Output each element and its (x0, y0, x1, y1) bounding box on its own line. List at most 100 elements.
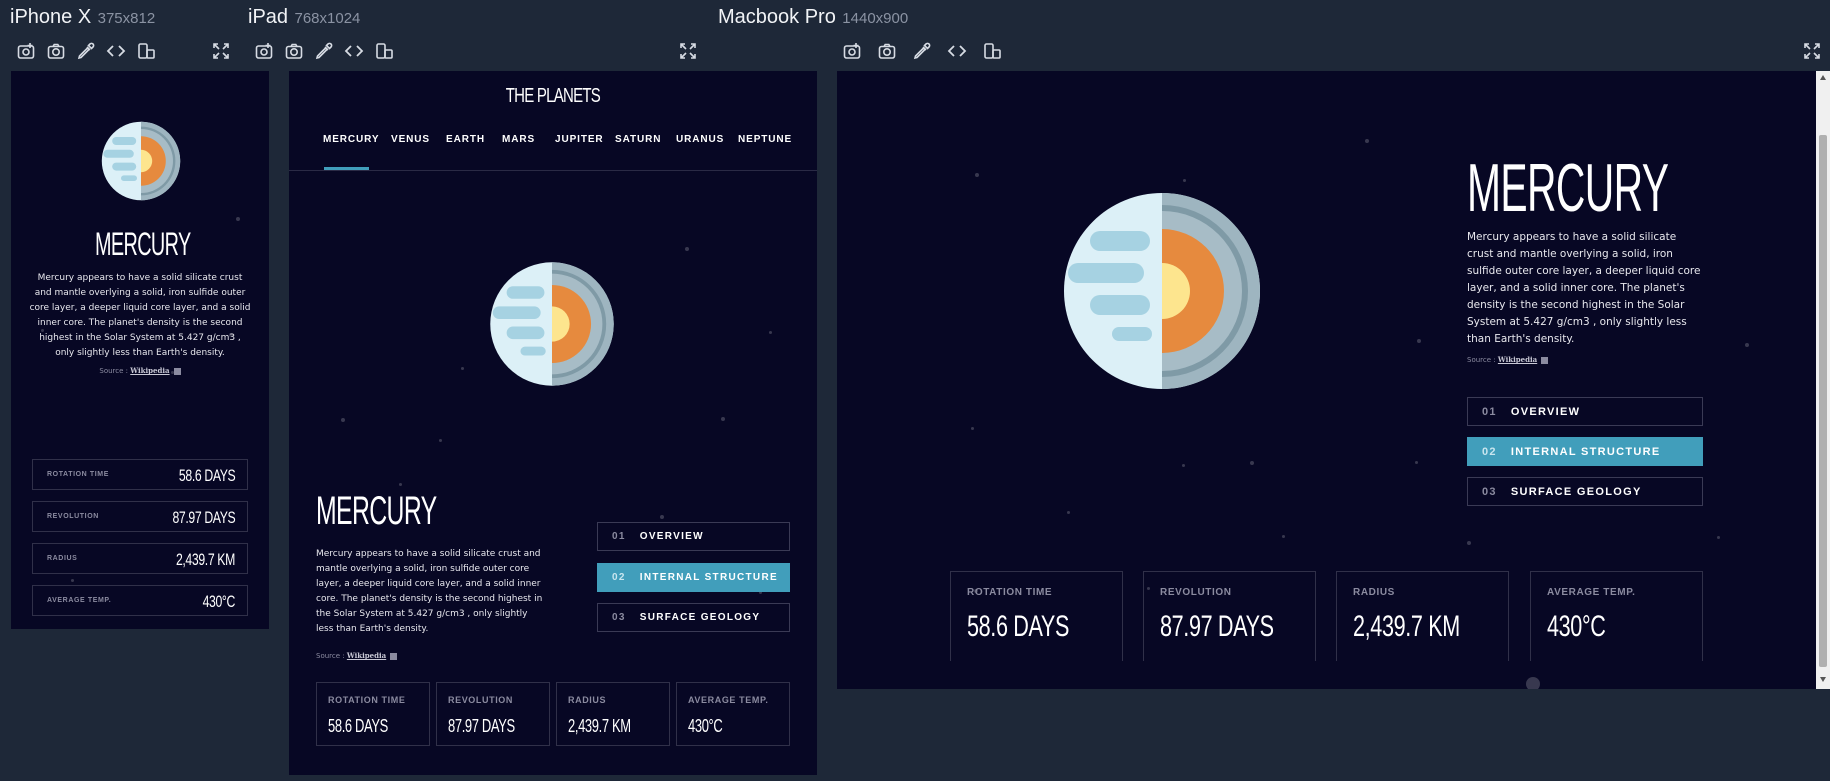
stat-label: REVOLUTION (1160, 587, 1232, 598)
tab-label: SURFACE GEOLOGY (639, 612, 761, 623)
scrollbar-track[interactable] (1816, 71, 1830, 689)
stat-value: 58.6 DAYS (967, 610, 1070, 643)
rotate-device-icon[interactable] (133, 38, 159, 64)
stat-radius: RADIUS 2,439.7 KM (1336, 571, 1509, 661)
nav-item-venus[interactable]: VENUS (391, 134, 430, 145)
tab-internal-structure[interactable]: 02 INTERNAL STRUCTURE (597, 563, 790, 592)
eyedropper-icon[interactable] (73, 38, 99, 64)
nav-item-saturn[interactable]: SATURN (615, 134, 661, 145)
stat-value: 58.6 DAYS (328, 716, 388, 736)
camera-icon[interactable] (874, 38, 900, 64)
tab-label: INTERNAL STRUCTURE (639, 572, 778, 583)
stat-label: RADIUS (47, 555, 78, 562)
rotate-device-icon[interactable] (979, 38, 1005, 64)
screenshot-icon[interactable] (839, 38, 865, 64)
planet-description: Mercury appears to have a solid silicate… (1467, 231, 1701, 345)
stat-label: REVOLUTION (448, 695, 514, 705)
stat-label: REVOLUTION (47, 513, 99, 520)
device-label-iphone: iPhone X 375x812 (10, 6, 155, 29)
site-logo[interactable]: THE PLANETS (506, 85, 601, 108)
code-icon[interactable] (341, 38, 367, 64)
stat-label: ROTATION TIME (47, 471, 109, 478)
camera-icon[interactable] (281, 38, 307, 64)
tab-label: OVERVIEW (639, 531, 704, 542)
macbook-preview: MERCURY Mercury appears to have a solid … (837, 71, 1830, 689)
star (1067, 511, 1070, 514)
stat-rotation: ROTATION TIME 58.6 DAYS (32, 459, 248, 490)
tab-surface-geology[interactable]: 03 SURFACE GEOLOGY (1467, 477, 1703, 506)
tab-overview[interactable]: 01 OVERVIEW (1467, 397, 1703, 426)
source-link[interactable]: Wikipedia (130, 366, 169, 375)
source-label: Source : (99, 367, 129, 375)
nav-item-mars[interactable]: MARS (502, 134, 535, 145)
stat-value: 2,439.7 KM (568, 716, 631, 736)
stat-label: ROTATION TIME (967, 587, 1053, 598)
star (1365, 139, 1369, 143)
tab-number: 03 (1482, 485, 1497, 498)
nav-item-earth[interactable]: EARTH (446, 134, 485, 145)
stat-rotation: ROTATION TIME 58.6 DAYS (950, 571, 1123, 661)
scroll-down-arrow-icon[interactable] (1820, 677, 1826, 682)
screenshot-icon[interactable] (13, 38, 39, 64)
tab-number: 01 (1482, 405, 1497, 418)
stat-value: 2,439.7 KM (1353, 610, 1460, 643)
nav-item-uranus[interactable]: URANUS (676, 134, 724, 145)
star (660, 515, 664, 519)
fullscreen-icon[interactable] (208, 38, 234, 64)
toolbar-iphone (13, 38, 233, 64)
toolbar-ipad (251, 38, 701, 64)
device-label-ipad: iPad 768x1024 (248, 6, 360, 29)
stat-rotation: ROTATION TIME 58.6 DAYS (316, 682, 430, 746)
star (1250, 461, 1254, 465)
scroll-up-arrow-icon[interactable] (1820, 75, 1826, 80)
source-link[interactable]: Wikipedia (1498, 355, 1537, 364)
external-link-icon (390, 652, 398, 660)
eyedropper-icon[interactable] (311, 38, 337, 64)
planet-internal-structure-icon (490, 262, 614, 386)
eyedropper-icon[interactable] (909, 38, 935, 64)
tab-number: 01 (612, 531, 626, 542)
stat-value: 430°C (688, 716, 723, 736)
external-link-icon (1541, 356, 1549, 364)
code-icon[interactable] (103, 38, 129, 64)
code-icon[interactable] (944, 38, 970, 64)
camera-icon[interactable] (43, 38, 69, 64)
star (1417, 339, 1421, 343)
scrollbar-thumb[interactable] (1819, 135, 1827, 667)
source: Source : Wikipedia (11, 366, 269, 375)
star (1467, 541, 1471, 545)
device-name: Macbook Pro (718, 6, 836, 28)
star (1182, 464, 1185, 467)
fullscreen-icon[interactable] (675, 38, 701, 64)
source-link[interactable]: Wikipedia (347, 651, 386, 660)
stat-label: ROTATION TIME (328, 695, 406, 705)
star (399, 483, 402, 486)
stat-value: 87.97 DAYS (172, 508, 235, 527)
stat-radius: RADIUS 2,439.7 KM (556, 682, 670, 746)
nav-item-neptune[interactable]: NEPTUNE (738, 134, 792, 145)
fullscreen-icon[interactable] (1799, 38, 1825, 64)
rotate-device-icon[interactable] (371, 38, 397, 64)
nav-item-jupiter[interactable]: JUPITER (555, 134, 604, 145)
nav-item-mercury[interactable]: MERCURY (323, 134, 380, 145)
tab-internal-structure[interactable]: 02 INTERNAL STRUCTURE (1467, 437, 1703, 466)
star (1526, 677, 1540, 689)
device-name: iPad (248, 6, 289, 28)
star (971, 427, 974, 430)
stat-label: AVERAGE TEMP. (47, 597, 112, 604)
tab-number: 02 (612, 572, 626, 583)
star (1717, 536, 1720, 539)
toolbar-macbook (839, 38, 1820, 64)
planet-internal-structure-icon (1064, 193, 1260, 389)
tab-surface-geology[interactable]: 03 SURFACE GEOLOGY (597, 603, 790, 632)
star (1183, 179, 1186, 182)
star (236, 217, 240, 221)
screenshot-icon[interactable] (251, 38, 277, 64)
stat-revolution: REVOLUTION 87.97 DAYS (32, 501, 248, 532)
tab-overview[interactable]: 01 OVERVIEW (597, 522, 790, 551)
stat-label: AVERAGE TEMP. (688, 695, 769, 705)
star (975, 173, 979, 177)
star (769, 331, 772, 334)
stat-radius: RADIUS 2,439.7 KM (32, 543, 248, 574)
tab-label: INTERNAL STRUCTURE (1510, 445, 1661, 458)
